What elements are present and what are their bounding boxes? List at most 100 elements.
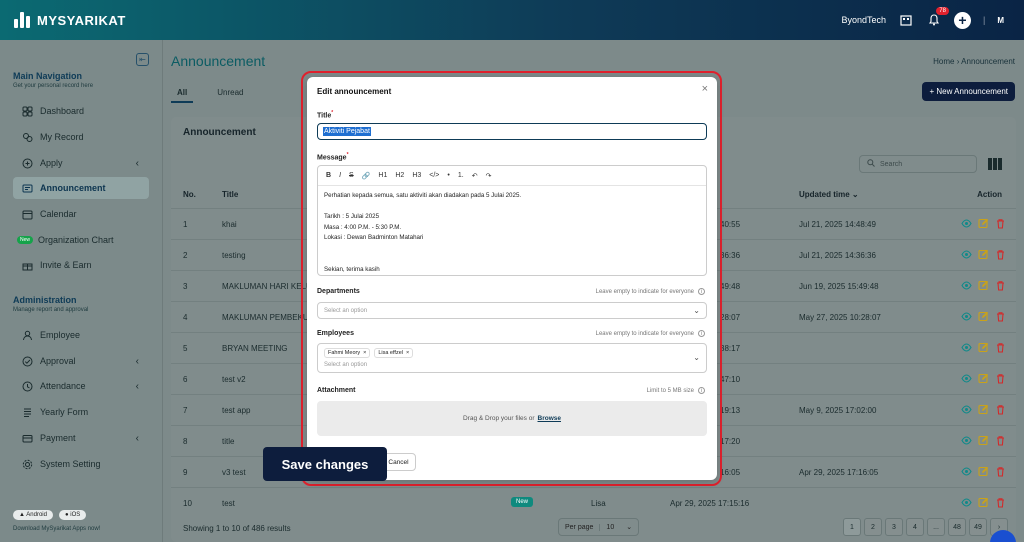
view-icon[interactable] [961, 404, 972, 415]
delete-icon[interactable] [995, 373, 1006, 384]
delete-icon[interactable] [995, 435, 1006, 446]
new-announcement-button[interactable]: + New Announcement [922, 82, 1015, 101]
remove-chip-icon[interactable]: × [363, 350, 366, 356]
info-icon[interactable]: i [698, 387, 705, 394]
sidebar-item-attendance[interactable]: Attendance ‹ [13, 375, 149, 397]
page-48-button[interactable]: 48 [948, 518, 966, 536]
sidebar-item-system-setting[interactable]: System Setting [13, 453, 149, 475]
employees-select[interactable]: Fahmi Meory × Lisa effzel × Select an optio… [317, 343, 707, 373]
employee-chip[interactable]: Fahmi Meory × [324, 348, 371, 358]
ordered-list-icon[interactable]: 1. [458, 172, 464, 179]
collapse-sidebar-icon[interactable]: ⇤ [136, 53, 149, 66]
column-header-updated[interactable]: Updated time ⌄ [799, 190, 859, 199]
sidebar-item-dashboard[interactable]: Dashboard [13, 100, 149, 122]
view-icon[interactable] [961, 373, 972, 384]
sidebar-item-employee[interactable]: Employee [13, 324, 149, 346]
page-2-button[interactable]: 2 [864, 518, 882, 536]
edit-icon[interactable] [978, 373, 989, 384]
quick-add-icon[interactable]: + [953, 11, 971, 29]
info-icon[interactable]: i [698, 330, 705, 337]
user-avatar[interactable]: M [997, 16, 1004, 25]
browse-link[interactable]: Browse [538, 415, 561, 422]
edit-icon[interactable] [978, 404, 989, 415]
strike-icon[interactable]: S [349, 172, 354, 179]
delete-icon[interactable] [995, 466, 1006, 477]
redo-icon[interactable]: ↷ [486, 172, 492, 180]
edit-icon[interactable] [978, 435, 989, 446]
delete-icon[interactable] [995, 311, 1006, 322]
message-body[interactable]: Perhatian kepada semua, satu aktiviti ak… [318, 186, 706, 280]
employee-chip[interactable]: Lisa effzel × [374, 348, 414, 358]
page-1-button[interactable]: 1 [843, 518, 861, 536]
departments-select[interactable]: Select an option ⌄ [317, 302, 707, 319]
edit-icon[interactable] [978, 466, 989, 477]
italic-icon[interactable]: I [339, 172, 341, 179]
view-icon[interactable] [961, 342, 972, 353]
bullet-list-icon[interactable]: • [447, 172, 449, 179]
delete-icon[interactable] [995, 218, 1006, 229]
h1-icon[interactable]: H1 [378, 172, 387, 179]
column-toggle-icon[interactable] [988, 158, 1002, 170]
company-switch-icon[interactable] [898, 12, 914, 28]
save-changes-button[interactable]: Save changes [263, 447, 387, 481]
file-drop-zone[interactable]: Drag & Drop your files or Browse [317, 401, 707, 436]
delete-icon[interactable] [995, 280, 1006, 291]
sidebar-item-approval[interactable]: Approval ‹ [13, 350, 149, 372]
breadcrumb-home[interactable]: Home [933, 57, 954, 66]
page-3-button[interactable]: 3 [885, 518, 903, 536]
page-49-button[interactable]: 49 [969, 518, 987, 536]
company-name[interactable]: ByondTech [841, 15, 886, 25]
close-icon[interactable]: × [702, 83, 708, 95]
sidebar-item-yearly-form[interactable]: Yearly Form [13, 401, 149, 423]
android-app-button[interactable]: ▲ Android [13, 510, 53, 520]
edit-icon[interactable] [978, 311, 989, 322]
tab-all[interactable]: All [171, 84, 194, 103]
attachment-hint-text: Limit to 5 MB size [646, 387, 694, 394]
sidebar-item-announcement[interactable]: Announcement [13, 177, 149, 199]
sidebar-item-invite-earn[interactable]: Invite & Earn [13, 254, 149, 276]
ios-app-button[interactable]: ● iOS [58, 510, 87, 520]
delete-icon[interactable] [995, 404, 1006, 415]
tab-unread[interactable]: Unread [211, 84, 249, 103]
column-header-no[interactable]: No. [183, 190, 196, 199]
view-icon[interactable] [961, 466, 972, 477]
notification-bell-icon[interactable]: 78 [926, 7, 949, 28]
sidebar-item-apply[interactable]: Apply ‹ [13, 152, 149, 174]
edit-icon[interactable] [978, 249, 989, 260]
title-input[interactable]: Aktiviti Pejabat [317, 123, 707, 140]
edit-icon[interactable] [978, 218, 989, 229]
view-icon[interactable] [961, 311, 972, 322]
table-row[interactable]: 10 test New Lisa Apr 29, 2025 17:15:16 [171, 487, 1016, 518]
code-icon[interactable]: </> [429, 172, 439, 179]
view-icon[interactable] [961, 280, 972, 291]
view-icon[interactable] [961, 249, 972, 260]
remove-chip-icon[interactable]: × [406, 350, 409, 356]
ios-label: iOS [70, 512, 81, 518]
edit-icon[interactable] [978, 497, 989, 508]
brand-logo[interactable]: MYSYARIKAT [14, 12, 126, 28]
edit-icon[interactable] [978, 280, 989, 291]
per-page-select[interactable]: Per page 10 ⌄ [558, 518, 640, 536]
bold-icon[interactable]: B [326, 172, 331, 179]
link-icon[interactable]: 🔗 [362, 172, 371, 180]
sidebar-item-my-record[interactable]: My Record [13, 126, 149, 148]
page-4-button[interactable]: 4 [906, 518, 924, 536]
edit-icon[interactable] [978, 342, 989, 353]
h3-icon[interactable]: H3 [412, 172, 421, 179]
view-icon[interactable] [961, 435, 972, 446]
delete-icon[interactable] [995, 497, 1006, 508]
employees-hint: Leave empty to indicate for everyone i [596, 330, 705, 337]
h2-icon[interactable]: H2 [395, 172, 404, 179]
sidebar-item-payment[interactable]: Payment ‹ [13, 427, 149, 449]
delete-icon[interactable] [995, 342, 1006, 353]
view-icon[interactable] [961, 218, 972, 229]
search-input[interactable]: Search [859, 155, 977, 173]
info-icon[interactable]: i [698, 288, 705, 295]
delete-icon[interactable] [995, 249, 1006, 260]
message-editor[interactable]: B I S 🔗 H1 H2 H3 </> • 1. ↶ ↷ Perhatian kepada semu… [317, 165, 707, 276]
sidebar-item-calendar[interactable]: Calendar [13, 203, 149, 225]
sidebar-item-organization-chart[interactable]: New Organization Chart [13, 229, 149, 251]
view-icon[interactable] [961, 497, 972, 508]
column-header-title[interactable]: Title [222, 190, 238, 199]
undo-icon[interactable]: ↶ [472, 172, 478, 180]
